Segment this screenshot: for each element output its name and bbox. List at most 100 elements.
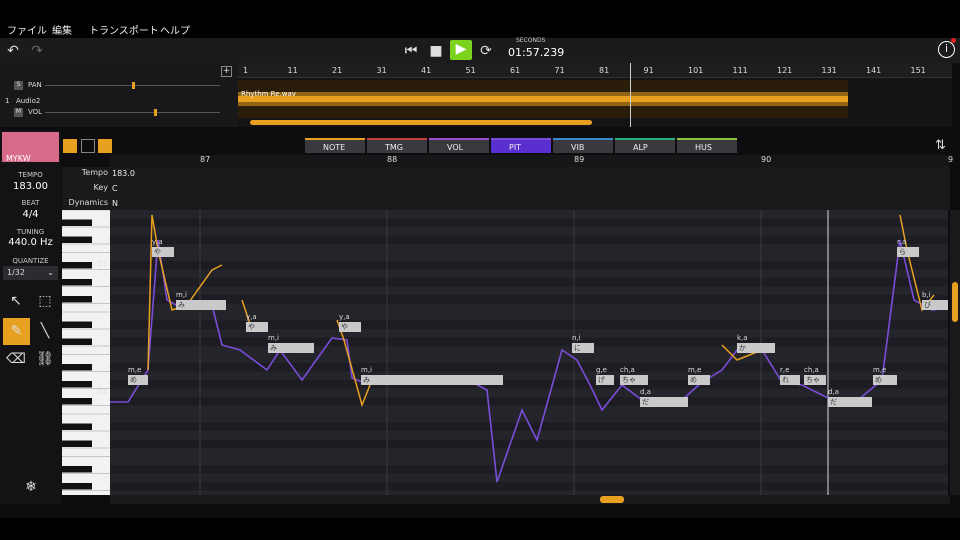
tab-note[interactable]: NOTE (305, 138, 365, 153)
tab-hus[interactable]: HUS (677, 138, 737, 153)
undo-icon[interactable]: ↶ (4, 42, 22, 60)
pencil-icon[interactable]: ✎ (3, 318, 30, 345)
black-key (62, 219, 92, 226)
play-button[interactable]: ▶ (450, 40, 472, 60)
info-icon[interactable]: i (938, 41, 955, 58)
note-block[interactable]: み (268, 343, 314, 353)
note-phoneme: r,e (780, 366, 790, 374)
note-block[interactable]: だ (640, 397, 688, 407)
quantize-label: QUANTIZE (12, 257, 49, 265)
grid-row (110, 354, 948, 363)
black-key (62, 466, 92, 473)
horizontal-scrollbar[interactable] (110, 495, 950, 504)
playhead[interactable] (630, 63, 631, 127)
grid-row (110, 482, 948, 491)
measure-ruler[interactable]: 87 88 89 90 9 (110, 155, 953, 167)
vertical-scroll-thumb[interactable] (952, 282, 958, 322)
note-phoneme: m,e (873, 366, 887, 374)
chevron-down-icon: ⌄ (47, 268, 54, 277)
solo-button[interactable]: S (14, 81, 23, 90)
score-view-icon[interactable] (63, 139, 77, 153)
measure-number: 88 (387, 155, 398, 164)
note-block[interactable]: め (873, 375, 897, 385)
tempo-label: TEMPO (18, 171, 43, 179)
rewind-button[interactable]: ⏮ (402, 42, 420, 60)
add-track-button[interactable]: + (221, 66, 232, 77)
tempo-row-value[interactable]: 183.0 (112, 169, 135, 178)
menu-file[interactable]: ファイル (7, 22, 47, 37)
tab-vol[interactable]: VOL (429, 138, 489, 153)
note-phoneme: n,i (572, 334, 581, 342)
quantize-select[interactable]: 1/32 ⌄ (3, 266, 58, 280)
note-block[interactable]: や (152, 247, 174, 257)
eraser-icon[interactable]: ⌫ (5, 348, 27, 370)
black-key (62, 483, 92, 490)
vol-knob[interactable] (154, 109, 157, 116)
note-block[interactable]: ちゃ (620, 375, 648, 385)
select-arrow-icon[interactable]: ↖ (5, 290, 27, 312)
note-block[interactable]: れ (780, 375, 800, 385)
menu-help[interactable]: ヘルプ (160, 22, 190, 37)
black-key (62, 338, 92, 345)
track-number: 1 (5, 97, 10, 105)
tab-vib[interactable]: VIB (553, 138, 613, 153)
metronome-icon[interactable] (81, 139, 95, 153)
vertical-scrollbar[interactable] (950, 210, 960, 495)
ruler-mark: 61 (510, 66, 521, 75)
beat-value[interactable]: 4/4 (0, 209, 61, 220)
note-block[interactable]: だ (828, 397, 872, 407)
tuning-value[interactable]: 440.0 Hz (0, 237, 61, 248)
measure-number: 89 (574, 155, 585, 164)
arranger-hscroll[interactable] (250, 120, 592, 125)
note-block[interactable]: め (128, 375, 148, 385)
tab-pit[interactable]: PIT (491, 138, 551, 153)
note-block[interactable]: げ (596, 375, 614, 385)
pan-knob[interactable] (132, 82, 135, 89)
redo-icon[interactable]: ↷ (28, 42, 46, 60)
track-name: Audio2 (16, 97, 41, 105)
note-phoneme: y,a (246, 313, 257, 321)
dynamics-row-value[interactable]: N (112, 199, 118, 208)
grid-row (110, 227, 948, 236)
note-block[interactable]: み (361, 375, 503, 385)
loop-icon[interactable]: ⟳ (477, 42, 495, 60)
grid-row (110, 346, 948, 355)
vol-slider[interactable] (45, 112, 220, 113)
menu-transport[interactable]: トランスポート (89, 22, 159, 37)
link-icon[interactable]: ⛓ (34, 348, 56, 370)
audio-clip[interactable]: Rhythm Re.wav (238, 80, 848, 118)
tab-alp[interactable]: ALP (615, 138, 675, 153)
note-block[interactable]: や (246, 322, 268, 332)
tab-tmg[interactable]: TMG (367, 138, 427, 153)
note-block[interactable]: め (688, 375, 710, 385)
line-tool-icon[interactable]: ╲ (34, 320, 56, 342)
note-block[interactable]: か (737, 343, 775, 353)
menu-edit[interactable]: 編集 (52, 22, 72, 37)
note-phoneme: m,e (128, 366, 142, 374)
settings-icon[interactable]: ⇅ (935, 138, 946, 153)
note-block[interactable]: や (339, 322, 361, 332)
note-block[interactable]: み (176, 300, 226, 310)
timeline-ruler[interactable]: 111213141516171819110111112113114115116 (238, 63, 952, 78)
grid-row (110, 286, 948, 295)
horizontal-scroll-thumb[interactable] (600, 496, 624, 503)
ruler-mark: 81 (599, 66, 610, 75)
note-block[interactable]: に (572, 343, 594, 353)
stop-button[interactable]: ■ (427, 42, 445, 60)
note-block[interactable]: び (922, 300, 948, 310)
track-panel: + S PAN 1 Audio2 M VOL (0, 63, 238, 127)
range-select-icon[interactable]: ⬚ (34, 290, 56, 312)
ruler-mark: 101 (688, 66, 704, 75)
note-input-icon[interactable] (98, 139, 112, 153)
tempo-value[interactable]: 183.00 (0, 181, 61, 192)
note-block[interactable]: ら (897, 247, 919, 257)
grid-row (110, 295, 948, 304)
note-block[interactable]: ちゃ (804, 375, 826, 385)
octave-label-c4: C4 (98, 388, 108, 396)
snowflake-icon[interactable]: ❄ (20, 476, 42, 498)
time-display: 01:57.239 (508, 46, 565, 59)
black-key (62, 236, 92, 243)
piano-roll[interactable]: C5 C4 め m,e や y,a み m,i や y,a み m,i や y,a み m,i に n,i げ g… (62, 210, 948, 495)
key-row-value[interactable]: C (112, 184, 118, 193)
mute-button[interactable]: M (14, 108, 23, 117)
